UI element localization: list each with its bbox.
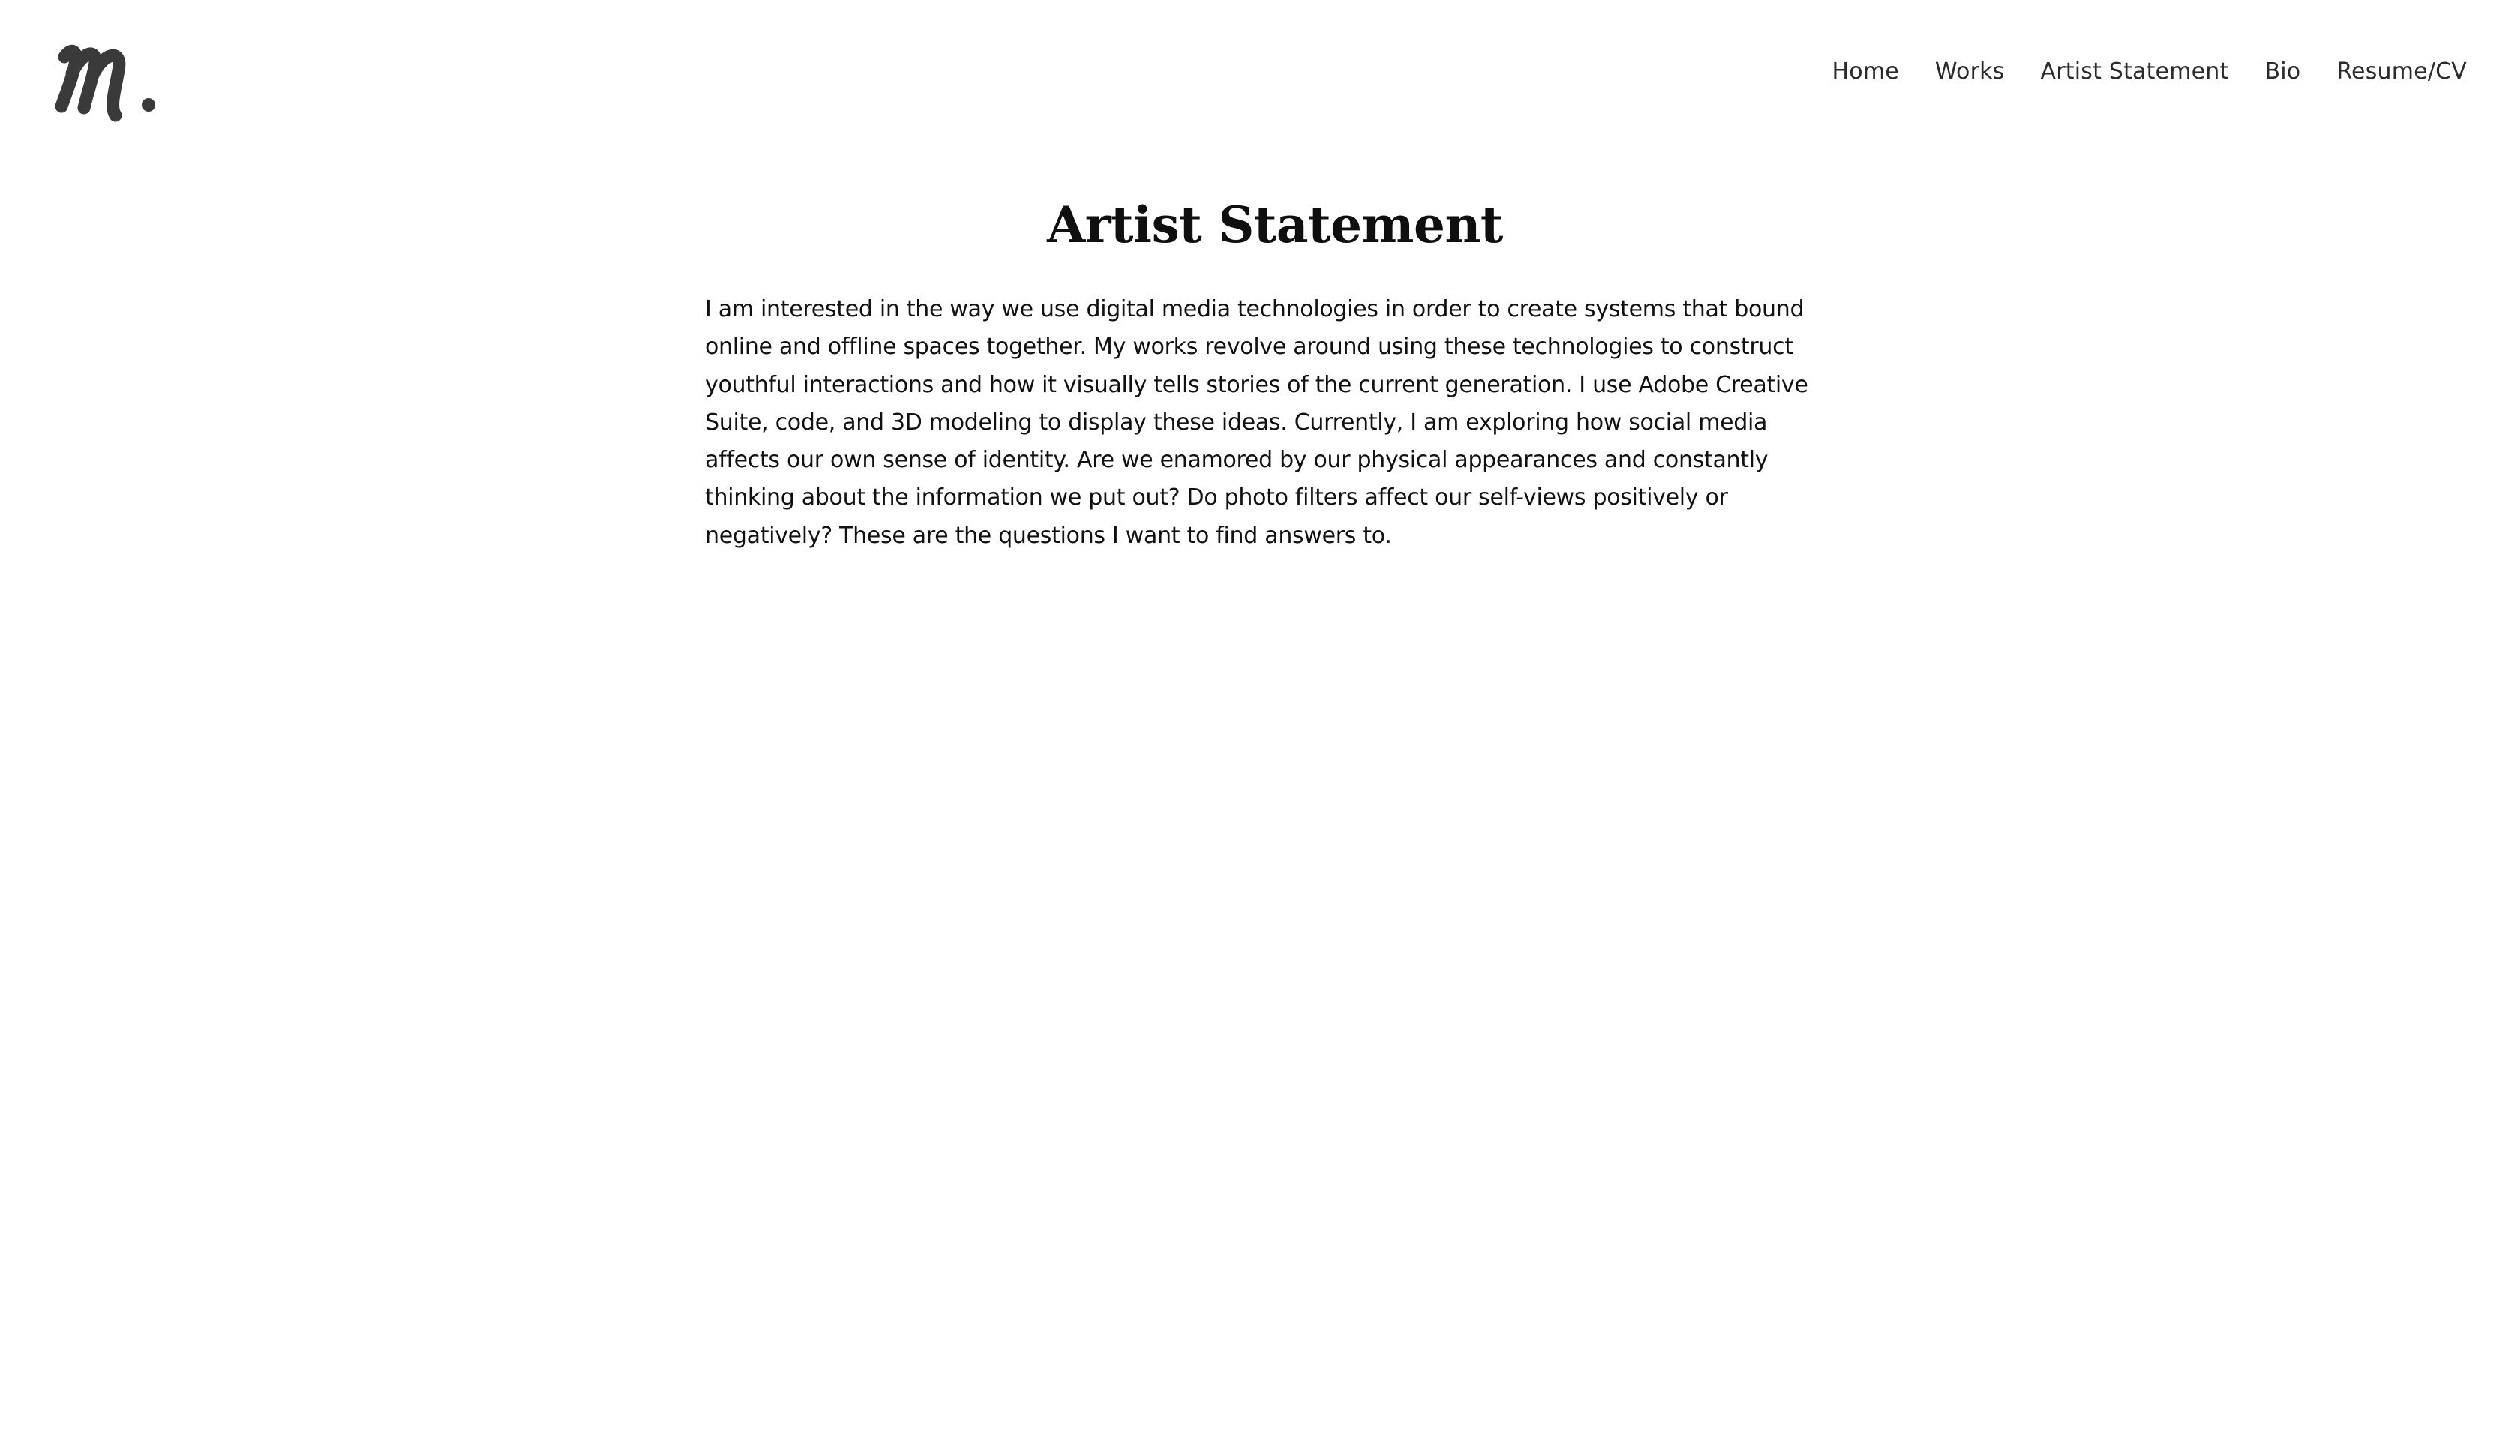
artist-statement-text: I am interested in the way we use digita…	[705, 296, 1808, 549]
main-content: Artist Statement I am interested in the …	[705, 187, 1845, 555]
nav-artist-statement[interactable]: Artist Statement	[2041, 54, 2229, 90]
main-nav: Home Works Artist Statement Bio Resume/C…	[1832, 54, 2468, 90]
nav-resume-cv[interactable]: Resume/CV	[2336, 54, 2467, 90]
nav-home[interactable]: Home	[1832, 54, 1899, 90]
page-title: Artist Statement	[1047, 196, 1503, 254]
site-header: Home Works Artist Statement Bio Resume/C…	[0, 0, 2520, 142]
nav-bio[interactable]: Bio	[2264, 54, 2300, 90]
script-m-logo-icon	[55, 45, 155, 122]
nav-works[interactable]: Works	[1935, 54, 2005, 90]
site-logo[interactable]	[54, 34, 166, 132]
